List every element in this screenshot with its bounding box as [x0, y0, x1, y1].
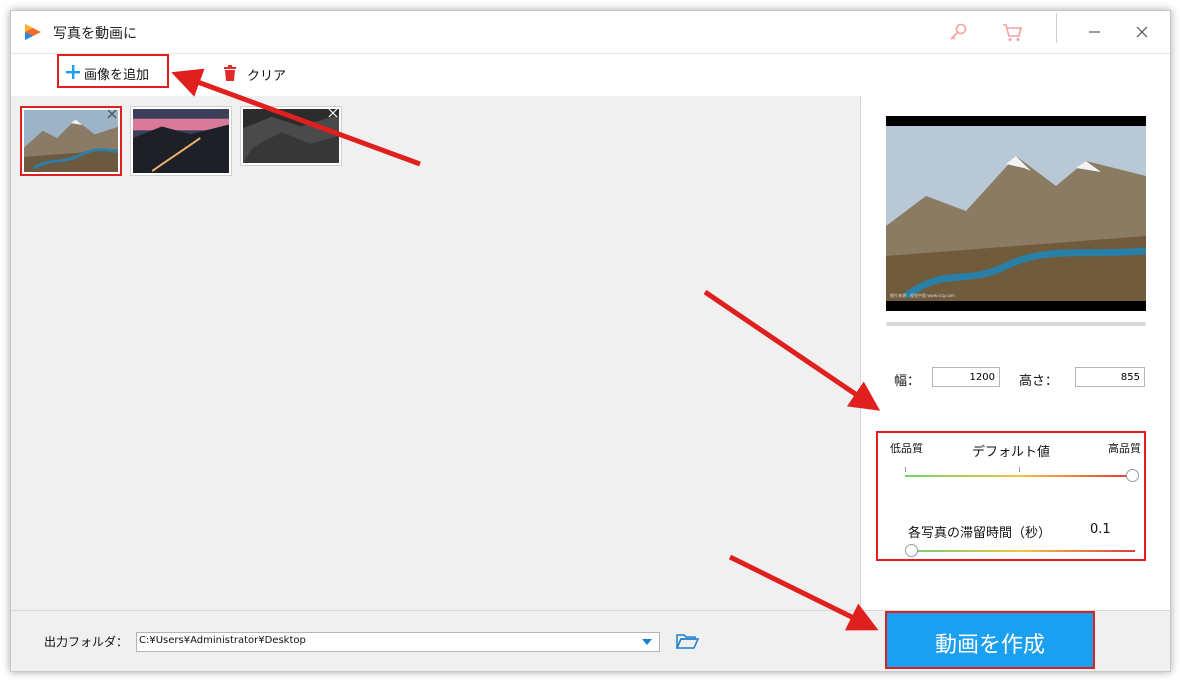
thumbnail-close-icon[interactable]	[217, 107, 229, 119]
duration-label: 各写真の滞留時間（秒）	[908, 526, 1052, 541]
thumbnail-image	[24, 110, 118, 172]
preview-caption: 图片来源：视觉中国 www.vcg.com	[890, 292, 955, 298]
output-folder-select[interactable]: C:¥Users¥Administrator¥Desktop	[136, 632, 660, 652]
app-window: 写真を動画に 画像を追加 クリア 图片来源：视觉中国 www.vcg.com 幅…	[10, 10, 1171, 672]
cart-icon[interactable]	[1001, 21, 1023, 43]
clear-button[interactable]: クリア	[223, 62, 313, 88]
clear-label: クリア	[247, 69, 287, 84]
high-quality-label: 高品質	[1108, 442, 1141, 455]
thumbnail-mountain-river[interactable]	[20, 106, 122, 176]
thumbnail-road-sunset[interactable]	[130, 106, 232, 176]
add-image-label: 画像を追加	[84, 68, 150, 83]
thumbnail-image	[243, 109, 339, 163]
create-video-label: 動画を作成	[934, 633, 1045, 658]
thumbnail-rocky-terrain[interactable]	[240, 106, 342, 166]
duration-value: 0.1	[1090, 522, 1111, 537]
output-folder-path: C:¥Users¥Administrator¥Desktop	[139, 635, 306, 646]
preview-panel: 图片来源：视觉中国 www.vcg.com 幅： 高さ： 低品質 デフォルト値 …	[860, 96, 1170, 610]
low-quality-label: 低品質	[890, 442, 923, 455]
minimize-icon[interactable]	[1081, 21, 1107, 43]
preview-picture: 图片来源：视觉中国 www.vcg.com	[886, 116, 1147, 311]
plus-icon	[66, 65, 80, 79]
trash-icon	[224, 65, 236, 81]
chevron-down-icon[interactable]	[641, 637, 653, 647]
key-icon[interactable]	[947, 21, 969, 43]
preview-scrollbar[interactable]	[886, 322, 1146, 326]
title-bar: 写真を動画に	[11, 11, 1170, 53]
title-separator	[1056, 13, 1057, 43]
create-video-button[interactable]: 動画を作成	[885, 611, 1095, 669]
image-list	[11, 96, 859, 610]
quality-slider-thumb[interactable]	[1126, 469, 1139, 482]
preview-image: 图片来源：视觉中国 www.vcg.com	[886, 116, 1147, 311]
close-icon[interactable]	[1129, 21, 1155, 43]
duration-slider-track[interactable]	[911, 550, 1135, 552]
thumbnail-close-icon[interactable]	[327, 107, 339, 119]
output-folder-label: 出力フォルダ：	[44, 635, 129, 649]
duration-slider-thumb[interactable]	[905, 544, 918, 557]
app-logo-icon	[25, 24, 41, 40]
slider-tick	[1019, 467, 1020, 472]
height-field[interactable]	[1075, 367, 1145, 387]
bottom-bar: 出力フォルダ： C:¥Users¥Administrator¥Desktop 動…	[11, 610, 1170, 671]
thumbnail-image	[133, 109, 229, 173]
default-value-label: デフォルト値	[972, 445, 1051, 460]
folder-open-icon[interactable]	[675, 631, 699, 651]
height-label: 高さ：	[1019, 374, 1059, 389]
add-image-button[interactable]: 画像を追加	[57, 54, 169, 88]
slider-tick	[905, 467, 906, 472]
quality-settings: 低品質 デフォルト値 高品質 各写真の滞留時間（秒） 0.1	[876, 431, 1146, 561]
window-title: 写真を動画に	[53, 26, 137, 42]
toolbar: 画像を追加 クリア	[11, 53, 1170, 97]
thumbnail-close-icon[interactable]	[106, 108, 118, 120]
width-label: 幅：	[894, 374, 921, 389]
width-field[interactable]	[932, 367, 1000, 387]
quality-slider-track[interactable]	[905, 475, 1133, 477]
